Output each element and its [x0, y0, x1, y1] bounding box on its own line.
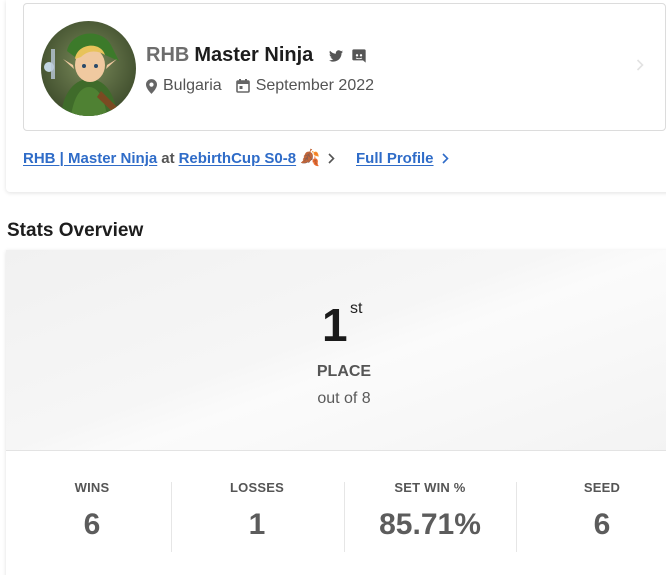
joined-date: September 2022	[255, 77, 375, 94]
gamertag: Master Ninja	[194, 44, 314, 66]
placement-number: 1	[322, 299, 348, 351]
avatar	[41, 21, 136, 116]
section-title: Stats Overview	[7, 220, 144, 241]
social-links	[329, 48, 367, 64]
full-profile-link[interactable]: Full Profile	[356, 150, 434, 167]
discord-icon[interactable]	[351, 48, 367, 64]
at-text: at	[161, 149, 175, 167]
location-text: Bulgaria	[163, 77, 222, 94]
stats-card: 1 st PLACE out of 8 WINS 6 LOSSES 1 SET …	[6, 250, 666, 575]
placement-suffix: st	[350, 300, 363, 317]
stat-label: SET WIN %	[394, 480, 466, 495]
event-name-link[interactable]: RebirthCup S0-8	[179, 150, 297, 167]
stat-label: WINS	[74, 480, 110, 495]
event-player-link[interactable]: RHB | Master Ninja	[23, 150, 157, 167]
placement-panel: 1 st PLACE out of 8	[6, 250, 666, 451]
chevron-right-icon	[441, 152, 449, 164]
stat-losses: LOSSES 1	[171, 480, 343, 542]
location-pin-icon	[146, 78, 157, 94]
full-profile-button[interactable]: Full Profile	[356, 150, 449, 167]
stat-value: 6	[83, 508, 101, 541]
chevron-right-icon	[636, 58, 644, 76]
chevron-right-icon	[328, 152, 335, 164]
profile-section: RHB Master Ninja Bulgaria September 2022	[6, 0, 666, 192]
stat-seed: SEED 6	[516, 480, 666, 542]
sponsor-prefix: RHB	[146, 44, 190, 66]
twitter-icon[interactable]	[329, 49, 344, 62]
calendar-icon	[235, 79, 250, 93]
profile-card[interactable]: RHB Master Ninja Bulgaria September 2022	[23, 3, 666, 131]
stat-set-win-percent: SET WIN % 85.71%	[344, 480, 516, 542]
profile-links: RHB | Master Ninja at RebirthCup S0-8 🍂 …	[23, 148, 449, 168]
profile-meta: Bulgaria September 2022	[146, 77, 374, 95]
stat-value: 6	[593, 508, 611, 541]
stat-label: SEED	[583, 480, 621, 495]
stat-value: 1	[248, 508, 266, 541]
placement-out-of: out of 8	[317, 390, 371, 407]
stat-value: 85.71%	[379, 508, 481, 541]
stat-wins: WINS 6	[6, 480, 178, 542]
placement-label: PLACE	[316, 363, 372, 380]
gamertag-line: RHB Master Ninja	[146, 44, 367, 67]
event-emoji: 🍂	[300, 150, 321, 167]
stat-label: LOSSES	[230, 480, 284, 495]
